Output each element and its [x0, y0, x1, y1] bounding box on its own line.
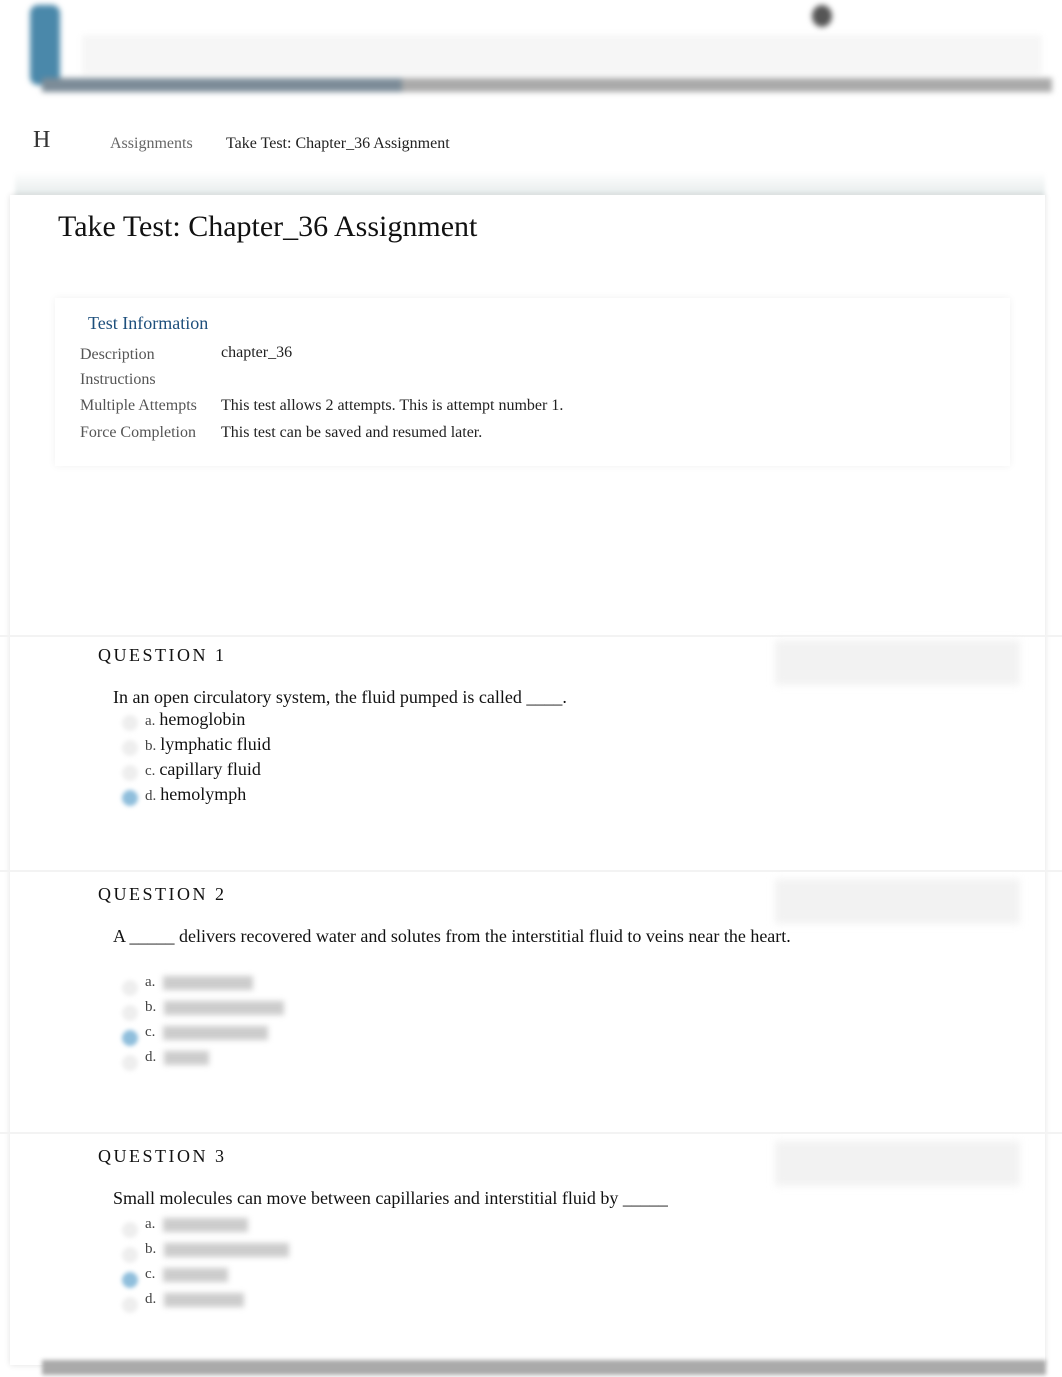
option-b[interactable]: b.	[145, 999, 285, 1024]
blurred-answer	[163, 1217, 249, 1232]
question-heading: QUESTION 3	[98, 1146, 227, 1166]
progress-fill	[42, 78, 402, 92]
radio-d-selected[interactable]	[122, 790, 138, 806]
radio-a[interactable]	[122, 1222, 138, 1238]
option-letter: c.	[145, 763, 156, 779]
question-text: Small molecules can move between capilla…	[113, 1188, 668, 1208]
option-text: lymphatic fluid	[160, 734, 271, 754]
radio-d[interactable]	[122, 1297, 138, 1313]
logo: H	[33, 127, 51, 153]
points-box	[775, 1141, 1020, 1186]
user-avatar[interactable]	[812, 5, 832, 27]
question-text: A _____ delivers recovered water and sol…	[113, 926, 791, 946]
blurred-answer	[164, 1000, 285, 1015]
option-letter: c.	[145, 1266, 156, 1282]
brand-accent	[30, 5, 60, 85]
option-letter: b.	[145, 1241, 157, 1257]
info-value: This test can be saved and resumed later…	[221, 424, 483, 441]
page-title: Take Test: Chapter_36 Assignment	[58, 210, 478, 243]
breadcrumb-assignments[interactable]: Assignments	[110, 135, 193, 153]
radio-b[interactable]	[122, 740, 138, 756]
option-a[interactable]: a. hemoglobin	[145, 709, 245, 734]
info-label: Force Completion	[80, 424, 196, 441]
header-divider	[15, 172, 1045, 197]
option-text: hemolymph	[160, 784, 247, 804]
option-letter: a.	[145, 713, 156, 729]
info-label: Description	[80, 346, 155, 363]
option-a[interactable]: a.	[145, 974, 254, 999]
option-d[interactable]: d.	[145, 1049, 210, 1074]
option-text: hemoglobin	[159, 709, 246, 729]
blurred-answer	[163, 975, 254, 990]
blurred-answer	[164, 1050, 210, 1065]
radio-c[interactable]	[122, 765, 138, 781]
test-information: Test Information Description chapter_36 …	[55, 298, 1010, 466]
option-letter: d.	[145, 1049, 157, 1065]
divider	[0, 870, 1062, 872]
option-d[interactable]: d.	[145, 1291, 245, 1316]
radio-a[interactable]	[122, 715, 138, 731]
top-navigation-bar	[22, 0, 1052, 95]
option-c[interactable]: c.	[145, 1024, 269, 1049]
option-letter: d.	[145, 788, 157, 804]
radio-d[interactable]	[122, 1055, 138, 1071]
blurred-answer	[163, 1025, 269, 1040]
info-label: Multiple Attempts	[80, 397, 197, 414]
info-label: Instructions	[80, 371, 156, 388]
blurred-answer	[164, 1292, 245, 1307]
option-letter: a.	[145, 974, 156, 990]
bottom-scrollbar[interactable]	[42, 1360, 1046, 1375]
option-b[interactable]: b. lymphatic fluid	[145, 734, 271, 759]
test-info-title: Test Information	[88, 313, 209, 333]
course-menu[interactable]	[82, 35, 1042, 75]
option-text: capillary fluid	[159, 759, 261, 779]
option-c[interactable]: c.	[145, 1266, 229, 1291]
breadcrumb-current: Take Test: Chapter_36 Assignment	[226, 135, 450, 152]
divider	[0, 1132, 1062, 1134]
radio-a[interactable]	[122, 980, 138, 996]
option-a[interactable]: a.	[145, 1216, 249, 1241]
option-letter: b.	[145, 999, 157, 1015]
points-box	[775, 640, 1020, 685]
radio-b[interactable]	[122, 1247, 138, 1263]
option-letter: b.	[145, 738, 157, 754]
question-heading: QUESTION 2	[98, 884, 227, 904]
option-c[interactable]: c. capillary fluid	[145, 759, 261, 784]
radio-b[interactable]	[122, 1005, 138, 1021]
option-letter: d.	[145, 1291, 157, 1307]
radio-c-selected[interactable]	[122, 1030, 138, 1046]
breadcrumb: H Assignments Take Test: Chapter_36 Assi…	[0, 127, 1062, 170]
blurred-answer	[163, 1267, 229, 1282]
radio-c-selected[interactable]	[122, 1272, 138, 1288]
option-d[interactable]: d. hemolymph	[145, 784, 246, 809]
divider	[0, 635, 1062, 637]
info-value: chapter_36	[221, 344, 293, 361]
question-text: In an open circulatory system, the fluid…	[113, 687, 567, 707]
blurred-answer	[164, 1242, 290, 1257]
option-letter: a.	[145, 1216, 156, 1232]
points-box	[775, 879, 1020, 924]
option-b[interactable]: b.	[145, 1241, 290, 1266]
option-letter: c.	[145, 1024, 156, 1040]
info-value: This test allows 2 attempts. This is att…	[221, 397, 564, 414]
question-heading: QUESTION 1	[98, 645, 227, 665]
